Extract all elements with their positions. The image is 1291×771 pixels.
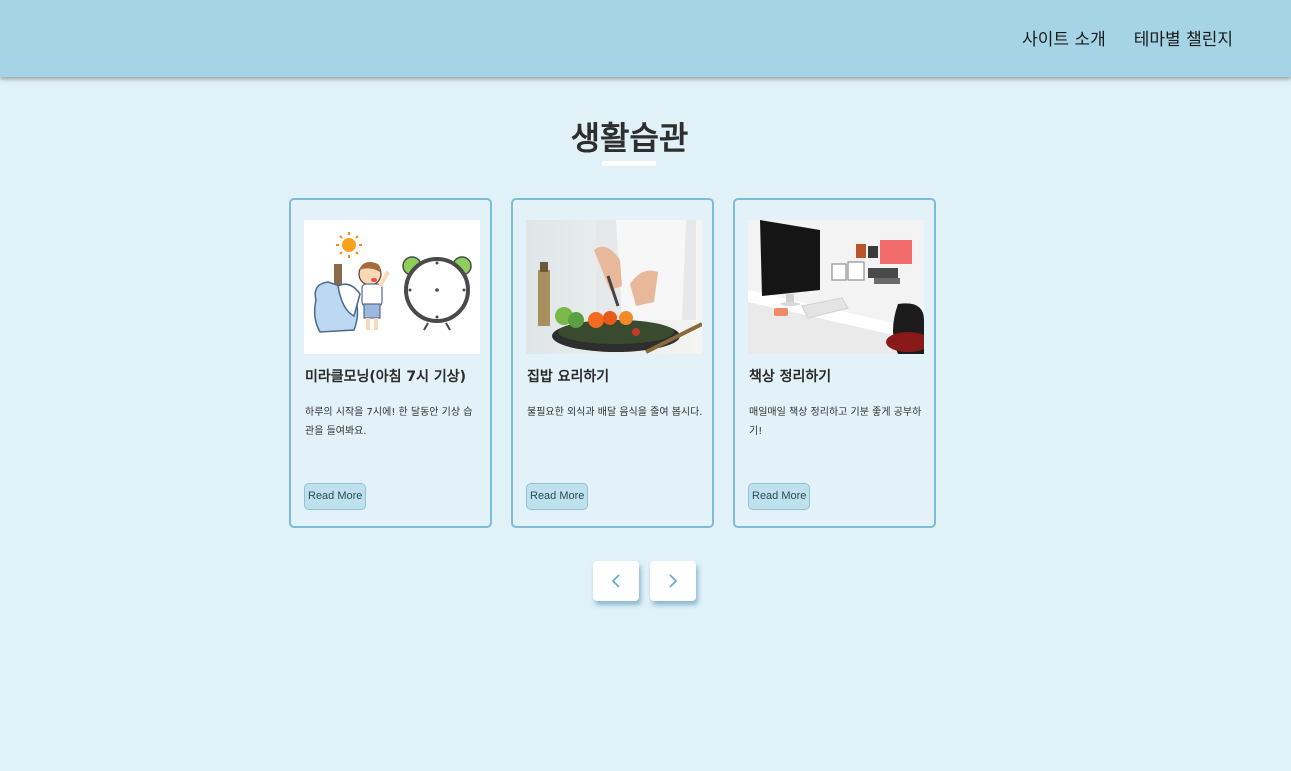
read-more-button[interactable]: Read More xyxy=(526,483,589,510)
site-header: 사이트 소개 테마별 챌린지 xyxy=(0,0,1291,77)
chevron-right-icon xyxy=(669,574,678,588)
challenge-card-desk: 책상 정리하기 매일매일 책상 정리하고 기분 좋게 공부하기! Read Mo… xyxy=(733,198,936,528)
card-description: 하루의 시작을 7시에! 한 달동안 기상 습관을 들여봐요. xyxy=(305,407,473,437)
section-title: 생활습관 xyxy=(570,119,689,157)
read-more-button[interactable]: Read More xyxy=(304,483,367,510)
card-image-morning xyxy=(304,220,480,354)
prev-page-button[interactable] xyxy=(593,561,639,601)
card-title: 집밥 요리하기 xyxy=(527,369,610,385)
read-more-button[interactable]: Read More xyxy=(748,483,811,510)
chevron-left-icon xyxy=(611,574,620,588)
card-title: 미라클모닝(아침 7시 기상) xyxy=(305,369,467,385)
card-description: 불필요한 외식과 배달 음식을 줄여 봅시다. xyxy=(527,407,703,418)
card-image-desk xyxy=(748,220,924,354)
title-underline xyxy=(602,161,656,166)
challenge-card-morning: 미라클모닝(아침 7시 기상) 하루의 시작을 7시에! 한 달동안 기상 습관… xyxy=(289,198,492,528)
nav-link-theme-challenges[interactable]: 테마별 챌린지 xyxy=(1134,29,1233,51)
card-image-cooking xyxy=(526,220,702,354)
nav-link-about[interactable]: 사이트 소개 xyxy=(1022,29,1106,51)
main-nav: 사이트 소개 테마별 챌린지 xyxy=(1022,29,1233,51)
next-page-button[interactable] xyxy=(650,561,696,601)
card-description: 매일매일 책상 정리하고 기분 좋게 공부하기! xyxy=(749,407,922,437)
challenge-card-cooking: 집밥 요리하기 불필요한 외식과 배달 음식을 줄여 봅시다. Read Mor… xyxy=(511,198,714,528)
card-title: 책상 정리하기 xyxy=(749,369,832,385)
